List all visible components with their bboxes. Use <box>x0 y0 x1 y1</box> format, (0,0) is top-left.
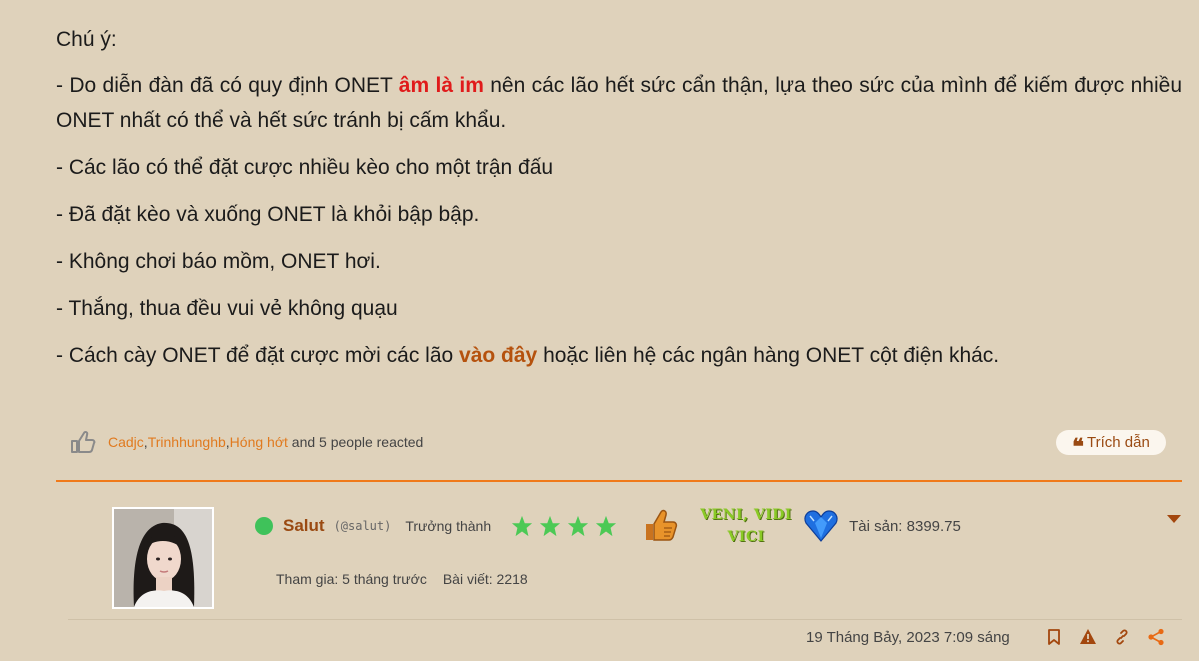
quote-button-label: Trích dẫn <box>1087 434 1150 451</box>
rule-2: - Các lão có thể đặt cược nhiều kèo cho … <box>56 156 554 179</box>
user-joined: Tham gia: 5 tháng trước <box>276 571 427 587</box>
post-actions <box>1045 628 1165 646</box>
avatar-image <box>114 509 212 607</box>
post-heading: Chú ý: <box>56 28 117 51</box>
rule-1: - Do diễn đàn đã có quy định ONET âm là … <box>56 68 1182 138</box>
veni-vidi-vici-badge[interactable]: VENI, VIDI VICI <box>699 504 793 548</box>
post-divider <box>56 480 1182 482</box>
reactions-bar: Cadjc, Trinhhunghb, Hóng hớt and 5 peopl… <box>70 428 423 456</box>
star-icon <box>568 515 589 537</box>
username[interactable]: Salut <box>283 516 325 536</box>
rank-stars <box>511 515 617 537</box>
rule-1-text: - Do diễn đàn đã có quy định ONET <box>56 74 399 97</box>
online-status-icon <box>255 517 273 535</box>
rule-1-emphasis: âm là im <box>398 74 484 97</box>
thumbs-up-icon[interactable] <box>70 429 96 455</box>
user-handle: (@salut) <box>333 519 392 533</box>
quote-button[interactable]: ❝ Trích dẫn <box>1056 430 1166 460</box>
rule-5: - Thắng, thua đều vui vẻ không quạu <box>56 297 398 320</box>
reactor-link-3[interactable]: Hóng hớt <box>230 434 288 450</box>
chevron-down-icon[interactable] <box>1166 513 1182 525</box>
user-rank: Trưởng thành <box>405 518 492 534</box>
rule-6-text: - Cách cày ONET để đặt cược mời các lão <box>56 344 460 367</box>
diamond-heart-icon[interactable] <box>803 508 839 544</box>
bookmark-icon[interactable] <box>1045 628 1063 646</box>
user-post-count: Bài viết: 2218 <box>442 571 528 587</box>
report-icon[interactable] <box>1079 628 1097 646</box>
star-icon <box>596 515 617 537</box>
vao-day-link[interactable]: vào đây <box>459 344 537 367</box>
link-icon[interactable] <box>1113 628 1131 646</box>
star-icon <box>540 515 561 537</box>
reactions-suffix[interactable]: and 5 people reacted <box>288 434 424 450</box>
badge-line-1: VENI, VIDI <box>700 507 792 523</box>
star-icon <box>512 515 533 537</box>
rule-6-text-end: hoặc liên hệ các ngân hàng ONET cột điện… <box>537 344 1000 367</box>
share-icon[interactable] <box>1147 628 1165 646</box>
badge-line-2: VICI <box>727 529 765 545</box>
avatar[interactable] <box>112 507 214 609</box>
post-date[interactable]: 19 Tháng Bảy, 2023 7:09 sáng <box>806 629 1010 646</box>
user-info-line: Salut (@salut) Trưởng thành VENI, VIDI V… <box>255 507 961 545</box>
rule-3: - Đã đặt kèo và xuống ONET là khỏi bập b… <box>56 203 480 226</box>
rule-6: - Cách cày ONET để đặt cược mời các lão … <box>56 338 1182 373</box>
user-assets: Tài sản: 8399.75 <box>849 517 961 535</box>
thumbs-up-badge-icon[interactable] <box>643 508 679 544</box>
post-body: Chú ý: - Do diễn đàn đã có quy định ONET… <box>56 22 1182 385</box>
user-meta: Tham gia: 5 tháng trước Bài viết: 2218 <box>276 571 528 587</box>
reactor-link-1[interactable]: Cadjc <box>108 434 144 450</box>
rule-4: - Không chơi báo mồm, ONET hơi. <box>56 250 381 273</box>
quote-icon: ❝ <box>1072 433 1085 460</box>
reactor-link-2[interactable]: Trinhhunghb <box>148 434 226 450</box>
footer-divider <box>68 619 1182 620</box>
